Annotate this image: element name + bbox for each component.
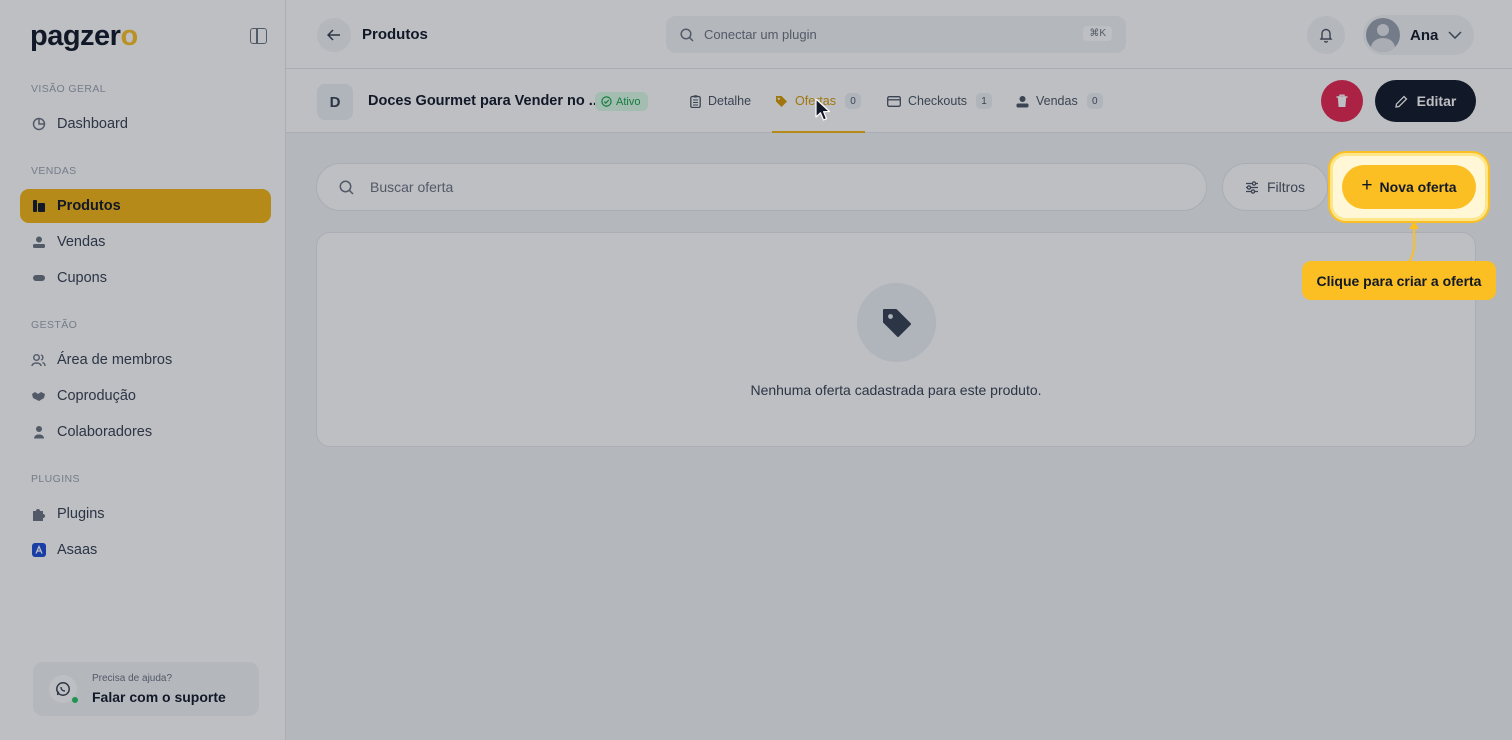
status-badge: Ativo: [595, 92, 649, 111]
sidebar: pagzero VISÃO GERAL Dashboard VENDAS Pro…: [0, 0, 286, 740]
sidebar-item-label: Coprodução: [57, 388, 136, 404]
sidebar-toggle-icon[interactable]: [250, 28, 267, 44]
sales-icon: [1016, 95, 1029, 108]
tooltip-connector: [1408, 221, 1419, 263]
sidebar-item-label: Colaboradores: [57, 424, 153, 440]
sales-icon: [31, 235, 46, 250]
search-icon: [339, 180, 354, 195]
sidebar-item-asaas[interactable]: Asaas: [20, 533, 271, 567]
bell-icon: [1319, 28, 1333, 43]
brand-logo[interactable]: pagzero: [30, 20, 138, 53]
sidebar-item-coupons[interactable]: Cupons: [20, 261, 271, 295]
sidebar-item-label: Vendas: [57, 234, 106, 250]
tab-count: 0: [1086, 93, 1103, 109]
page-title: Produtos: [362, 26, 428, 43]
members-icon: [31, 353, 46, 368]
sidebar-item-label: Dashboard: [57, 116, 128, 132]
online-status-dot: [71, 696, 79, 704]
tab-label: Vendas: [1036, 94, 1078, 108]
sidebar-item-collaborators[interactable]: Colaboradores: [20, 415, 271, 449]
sidebar-item-label: Produtos: [57, 198, 121, 214]
guide-tooltip: Clique para criar a oferta: [1302, 261, 1496, 300]
tab-label: Checkouts: [908, 94, 968, 108]
sidebar-item-coproduction[interactable]: Coprodução: [20, 379, 271, 413]
clipboard-icon: [690, 94, 701, 108]
search-icon: [680, 27, 694, 42]
pencil-icon: [1394, 95, 1408, 108]
handshake-icon: [31, 389, 46, 404]
card-icon: [887, 95, 901, 107]
topbar: Produtos Conectar um plugin ⌘K Ana: [286, 0, 1512, 69]
section-label-sales: VENDAS: [31, 165, 77, 177]
sidebar-item-label: Asaas: [57, 542, 98, 558]
tab-checkouts[interactable]: Checkouts 1: [887, 69, 993, 133]
sidebar-item-label: Área de membros: [57, 352, 173, 368]
offer-search-input[interactable]: Buscar oferta: [316, 163, 1207, 211]
tab-sales[interactable]: Vendas 0: [1016, 69, 1103, 133]
section-label-plugins: PLUGINS: [31, 473, 80, 485]
status-text: Ativo: [616, 95, 641, 108]
sliders-icon: [1245, 180, 1258, 194]
sidebar-item-members[interactable]: Área de membros: [20, 343, 271, 377]
sidebar-item-sales[interactable]: Vendas: [20, 225, 271, 259]
support-link[interactable]: Falar com o suporte: [92, 689, 226, 705]
avatar: [1366, 18, 1400, 52]
tab-label: Detalhe: [708, 94, 752, 108]
plugin-search-input[interactable]: Conectar um plugin ⌘K: [666, 16, 1126, 53]
edit-button[interactable]: Editar: [1375, 80, 1476, 122]
product-avatar: D: [317, 84, 353, 120]
tag-icon: [857, 283, 936, 362]
products-icon: [31, 199, 46, 214]
support-card[interactable]: Precisa de ajuda? Falar com o suporte: [33, 662, 259, 716]
help-caption: Precisa de ajuda?: [92, 673, 173, 684]
puzzle-icon: [31, 507, 46, 522]
back-button[interactable]: [317, 18, 351, 52]
empty-state-text: Nenhuma oferta cadastrada para este prod…: [750, 382, 1042, 398]
mouse-cursor-icon: [815, 98, 831, 121]
asaas-icon: [31, 543, 46, 558]
delete-button[interactable]: [1321, 80, 1363, 122]
sidebar-item-dashboard[interactable]: Dashboard: [20, 107, 271, 141]
section-label-overview: VISÃO GERAL: [31, 83, 107, 95]
dashboard-icon: [31, 117, 46, 132]
sidebar-item-products[interactable]: Produtos: [20, 189, 271, 223]
chevron-down-icon: [1448, 31, 1462, 39]
search-placeholder: Conectar um plugin: [704, 27, 817, 42]
tab-count: 1: [976, 93, 993, 109]
shortcut-badge: ⌘K: [1083, 26, 1112, 41]
filters-label: Filtros: [1266, 179, 1306, 195]
arrow-left-icon: [327, 29, 340, 41]
filters-button[interactable]: Filtros: [1222, 163, 1328, 211]
new-offer-button[interactable]: + Nova oferta: [1342, 165, 1476, 209]
trash-icon: [1336, 94, 1348, 107]
user-icon: [31, 425, 46, 440]
coupon-icon: [31, 271, 46, 286]
notifications-button[interactable]: [1307, 16, 1345, 54]
tab-detail[interactable]: Detalhe: [690, 69, 751, 133]
user-menu[interactable]: Ana: [1363, 15, 1474, 55]
product-name: Doces Gourmet para Vender no ...: [368, 93, 601, 109]
tag-icon: [775, 95, 788, 108]
section-label-management: GESTÃO: [31, 319, 78, 331]
sidebar-item-label: Cupons: [57, 270, 107, 286]
user-name: Ana: [1410, 26, 1439, 44]
empty-state-panel: Nenhuma oferta cadastrada para este prod…: [316, 232, 1476, 447]
tab-count: 0: [845, 93, 861, 109]
edit-label: Editar: [1416, 93, 1457, 109]
product-header: D Doces Gourmet para Vender no ... Ativo…: [286, 69, 1512, 133]
check-circle-icon: [601, 96, 612, 107]
sidebar-item-plugins[interactable]: Plugins: [20, 497, 271, 531]
sidebar-item-label: Plugins: [57, 506, 105, 522]
search-placeholder: Buscar oferta: [370, 179, 454, 195]
new-offer-label: Nova oferta: [1379, 179, 1457, 195]
plus-icon: +: [1361, 175, 1373, 196]
